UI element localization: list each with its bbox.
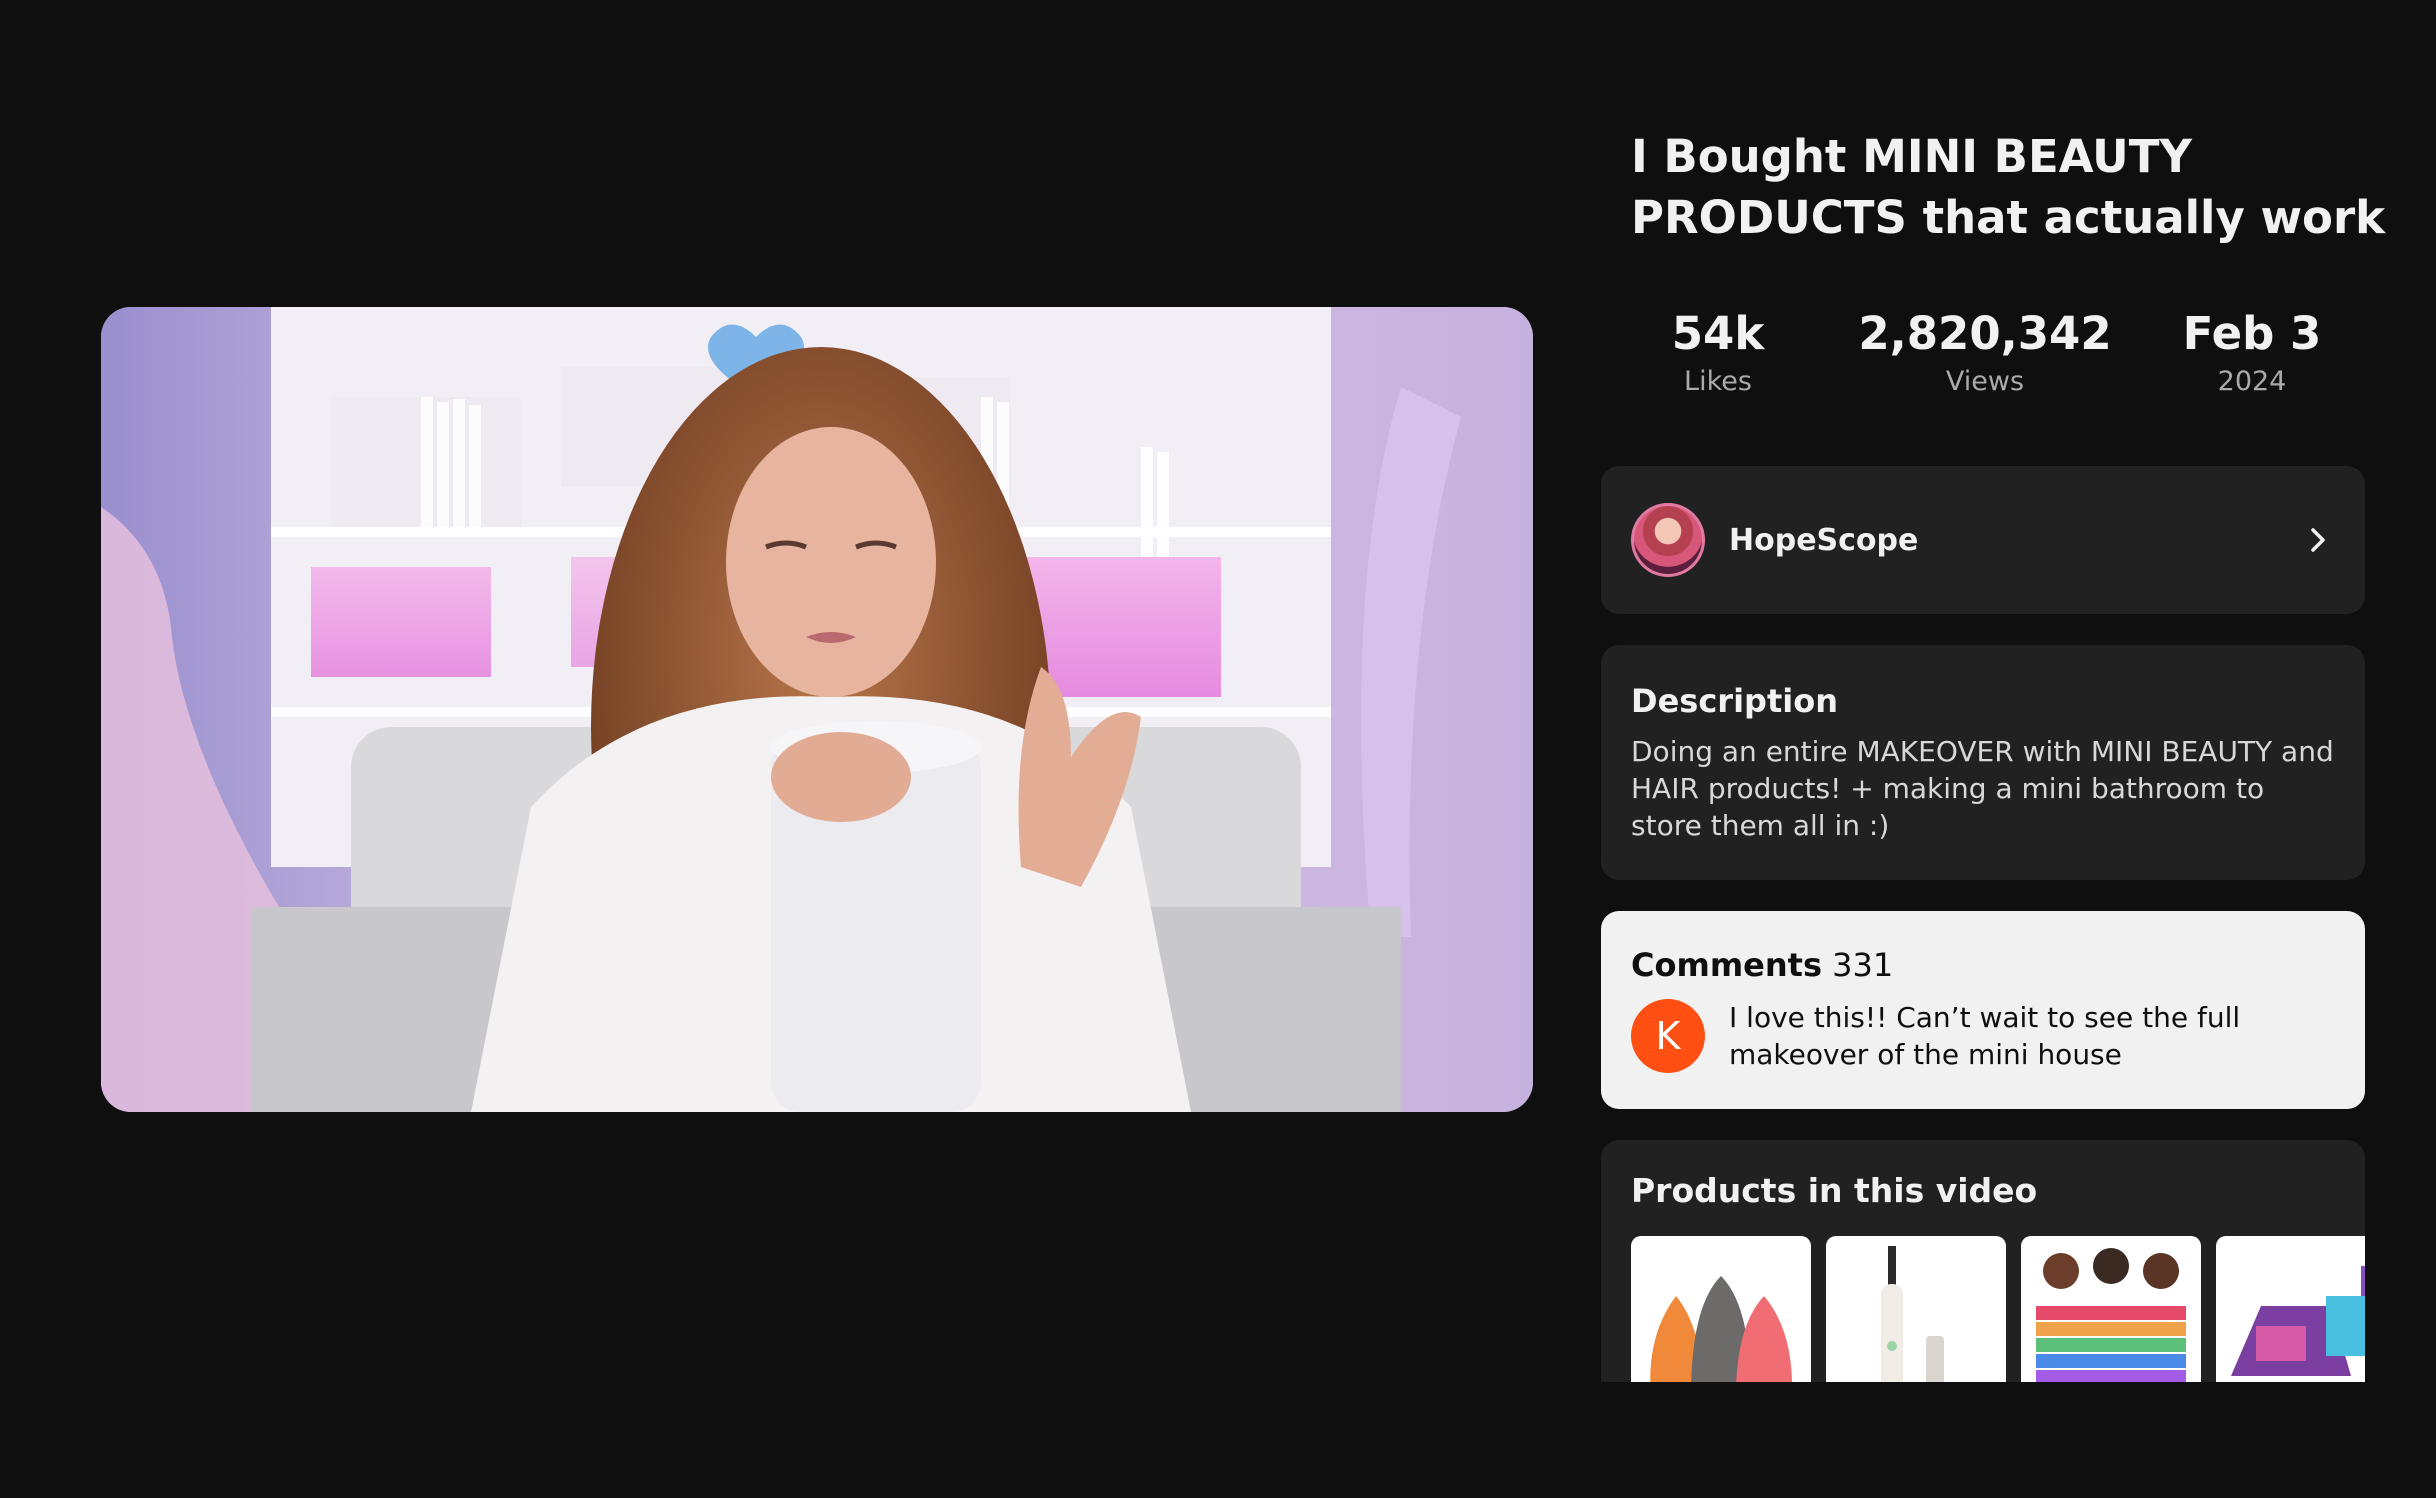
comments-heading: Comments <box>1631 946 1822 984</box>
likes-label: Likes <box>1684 366 1752 397</box>
description-text: Doing an entire MAKEOVER with MINI BEAUT… <box>1631 735 2334 842</box>
views-label: Views <box>1945 366 2025 397</box>
top-comment[interactable]: K I love this!! Can’t wait to see the fu… <box>1631 999 2335 1073</box>
publish-year: 2024 <box>2217 366 2287 397</box>
comments-count: 331 <box>1832 946 1894 984</box>
likes-stat[interactable]: 54k Likes <box>1601 306 1835 400</box>
publish-date: Feb 3 <box>2182 307 2322 360</box>
electric-toothbrush-thumbnail[interactable] <box>1826 1236 2006 1382</box>
hair-clips-thumbnail[interactable] <box>2021 1236 2201 1382</box>
channel-card[interactable]: HopeScope <box>1601 466 2365 614</box>
mini-makeup-kit-thumbnail[interactable] <box>2216 1236 2365 1382</box>
products-heading: Products in this video <box>1631 1171 2038 1210</box>
video-frame-illustration <box>101 307 1533 1112</box>
comments-card[interactable]: Comments 331 K I love this!! Can’t wait … <box>1601 911 2365 1109</box>
product-thumbnails <box>1631 1236 2365 1382</box>
description-card[interactable]: Description Doing an entire MAKEOVER wit… <box>1601 645 2365 880</box>
video-stats: 54k Likes 2,820,342 Views Feb 3 2024 <box>1601 306 2365 406</box>
products-card: Products in this video <box>1601 1140 2365 1382</box>
commenter-avatar: K <box>1631 999 1705 1073</box>
channel-name[interactable]: HopeScope <box>1729 523 2301 558</box>
chevron-right-icon[interactable] <box>2301 523 2335 557</box>
video-player[interactable] <box>101 307 1533 1112</box>
views-stat: 2,820,342 Views <box>1835 306 2135 400</box>
publish-date-stat: Feb 3 2024 <box>2135 306 2369 400</box>
views-count: 2,820,342 <box>1858 307 2112 360</box>
comments-header: Comments 331 <box>1631 945 2335 985</box>
makeup-sponges-thumbnail[interactable] <box>1631 1236 1811 1382</box>
comment-text: I love this!! Can’t wait to see the full… <box>1729 1001 2241 1071</box>
video-detail-page: I Bought MINI BEAUTY PRODUCTS that actua… <box>0 0 2436 1498</box>
video-title: I Bought MINI BEAUTY PRODUCTS that actua… <box>1631 130 2386 244</box>
description-heading: Description <box>1631 682 1838 720</box>
likes-count: 54k <box>1671 307 1765 360</box>
channel-avatar[interactable] <box>1631 503 1705 577</box>
